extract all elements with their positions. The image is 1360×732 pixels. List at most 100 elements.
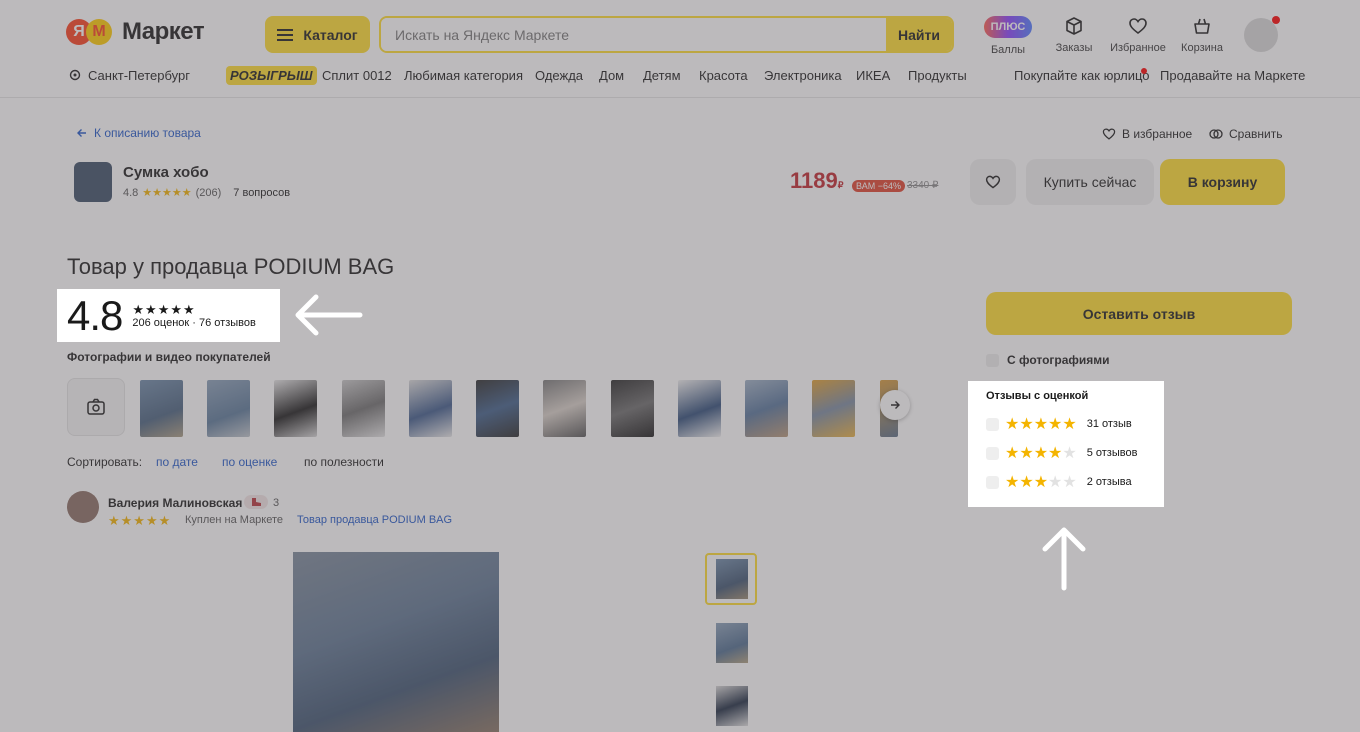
catalog-button[interactable]: Каталог: [265, 16, 370, 53]
arrow-left-annotation: [295, 294, 363, 336]
rating-stars: ★★★★★: [132, 301, 196, 317]
filter-checkbox[interactable]: [986, 417, 999, 431]
leave-review-button[interactable]: Оставить отзыв: [986, 292, 1292, 335]
with-photos-filter[interactable]: С фотографиями: [986, 353, 1110, 367]
nav-item-beauty[interactable]: Красота: [699, 68, 748, 83]
customer-photo[interactable]: [140, 380, 183, 437]
customer-photo[interactable]: [812, 380, 855, 437]
nav-item-clothes[interactable]: Одежда: [535, 68, 583, 83]
reviewer-name[interactable]: Валерия Малиновская: [108, 496, 242, 510]
promo-badge[interactable]: РОЗЫГРЫШ: [226, 66, 317, 85]
with-photos-checkbox[interactable]: [986, 353, 999, 367]
search-bar: Найти: [379, 16, 954, 53]
camera-plus-icon: [87, 398, 105, 415]
nav-item-home[interactable]: Дом: [599, 68, 624, 83]
dim-overlay: [0, 0, 1360, 732]
product-reviews-count[interactable]: (206): [196, 187, 222, 199]
review-photo-thumb[interactable]: [716, 686, 748, 726]
review-photo-thumb[interactable]: [716, 623, 748, 663]
logo-m-circle: М: [86, 19, 112, 45]
filter-checkbox[interactable]: [986, 475, 999, 489]
customer-photo[interactable]: [543, 380, 586, 437]
orders-label: Заказы: [1055, 42, 1093, 54]
filter-stars-on: ★★★: [1005, 474, 1049, 491]
favorite-button[interactable]: [970, 159, 1016, 205]
filter-count: 2 отзыва: [1086, 476, 1132, 488]
compare-link[interactable]: Сравнить: [1209, 127, 1282, 141]
find-button[interactable]: Найти: [886, 18, 952, 51]
customer-photo[interactable]: [342, 380, 385, 437]
add-to-cart-button[interactable]: В корзину: [1160, 159, 1285, 205]
plus-badge: ПЛЮС: [984, 16, 1032, 38]
heart-icon: [1129, 18, 1147, 35]
product-rating: 4.8: [123, 186, 139, 199]
customer-photo[interactable]: [745, 380, 788, 437]
discount-badge: ВАМ −64%: [852, 180, 905, 192]
review-product-link[interactable]: Товар продавца PODIUM BAG: [297, 514, 452, 526]
customer-photo[interactable]: [274, 380, 317, 437]
old-price: 3340 ₽: [907, 180, 939, 191]
arrow-left-icon: [77, 129, 86, 137]
review-main-photo[interactable]: [293, 552, 499, 732]
rating-filter-panel: Отзывы с оценкой ★★★★★ 31 отзыв ★★★★ ★ 5 …: [968, 381, 1164, 507]
upload-photo-button[interactable]: [67, 378, 125, 436]
with-photos-label: С фотографиями: [1007, 353, 1110, 367]
arrow-right-icon: [891, 401, 900, 409]
compare-icon: [1209, 129, 1223, 139]
customer-photo[interactable]: [207, 380, 250, 437]
buy-now-button[interactable]: Купить сейчас: [1026, 159, 1154, 205]
filter-checkbox[interactable]: [986, 446, 999, 460]
rating-filter-title: Отзывы с оценкой: [986, 390, 1089, 402]
back-link[interactable]: К описанию товара: [76, 126, 201, 140]
sort-label: Сортировать:: [67, 455, 143, 469]
location-pin-icon: [69, 69, 81, 80]
nav-item-split[interactable]: Сплит 0012: [322, 68, 392, 83]
market-logo[interactable]: Я М Маркет: [66, 18, 205, 46]
product-title[interactable]: Сумка хобо: [123, 164, 209, 181]
logo-text: Маркет: [122, 18, 205, 45]
nav-item-groceries[interactable]: Продукты: [908, 68, 967, 83]
location-selector[interactable]: Санкт-Петербург: [68, 68, 190, 83]
photos-next-button[interactable]: [880, 390, 910, 420]
filter-4-stars[interactable]: ★★★★ ★ 5 отзывов: [986, 443, 1137, 463]
catalog-label: Каталог: [303, 26, 358, 43]
customer-photo[interactable]: [409, 380, 452, 437]
nav-item-kids[interactable]: Детям: [643, 68, 681, 83]
rating-summary: 4.8 ★★★★★ 206 оценок · 76 отзывов: [57, 289, 280, 342]
orders-button[interactable]: Заказы: [1046, 16, 1102, 54]
filter-5-stars[interactable]: ★★★★★ 31 отзыв: [986, 414, 1132, 434]
customer-photo[interactable]: [476, 380, 519, 437]
sort-by-rating[interactable]: по оценке: [222, 455, 277, 469]
nav-item-favorite-category[interactable]: Любимая категория: [404, 68, 523, 83]
favorites-button[interactable]: Избранное: [1110, 16, 1166, 54]
reviewer-avatar[interactable]: [67, 491, 99, 523]
review-purchase-note: Куплен на Маркете: [185, 514, 284, 526]
filter-stars-on: ★★★★: [1005, 445, 1063, 462]
filter-count: 31 отзыв: [1086, 418, 1132, 430]
cart-label: Корзина: [1181, 42, 1223, 54]
filter-count: 5 отзывов: [1086, 447, 1138, 459]
nav-sell[interactable]: Продавайте на Маркете: [1160, 68, 1305, 83]
thumb-selected-frame: [705, 553, 757, 605]
customer-photo[interactable]: [678, 380, 721, 437]
points-button[interactable]: ПЛЮС Баллы: [980, 16, 1036, 56]
nav-business[interactable]: Покупайте как юрлицо: [1014, 68, 1150, 83]
product-questions[interactable]: 7 вопросов: [233, 187, 290, 199]
filter-3-stars[interactable]: ★★★ ★★ 2 отзыва: [986, 472, 1132, 492]
add-to-favorites-link[interactable]: В избранное: [1102, 127, 1192, 141]
review-stars: ★★★★★: [108, 513, 172, 528]
product-meta: 4.8 ★★★★★ (206) 7 вопросов: [123, 186, 290, 200]
menu-icon: [277, 28, 294, 41]
sort-by-date[interactable]: по дате: [156, 455, 198, 469]
customer-photo[interactable]: [611, 380, 654, 437]
search-input[interactable]: [381, 18, 886, 51]
cart-button[interactable]: Корзина: [1174, 16, 1230, 54]
back-label: К описанию товара: [94, 126, 201, 140]
favorites-label: Избранное: [1110, 42, 1166, 54]
product-thumbnail[interactable]: [74, 162, 112, 202]
notification-dot: [1272, 16, 1280, 24]
nav-item-ikea[interactable]: ИКЕА: [856, 68, 890, 83]
sort-by-usefulness[interactable]: по полезности: [304, 455, 384, 469]
boot-icon: [252, 498, 261, 506]
nav-item-electronics[interactable]: Электроника: [764, 68, 842, 83]
